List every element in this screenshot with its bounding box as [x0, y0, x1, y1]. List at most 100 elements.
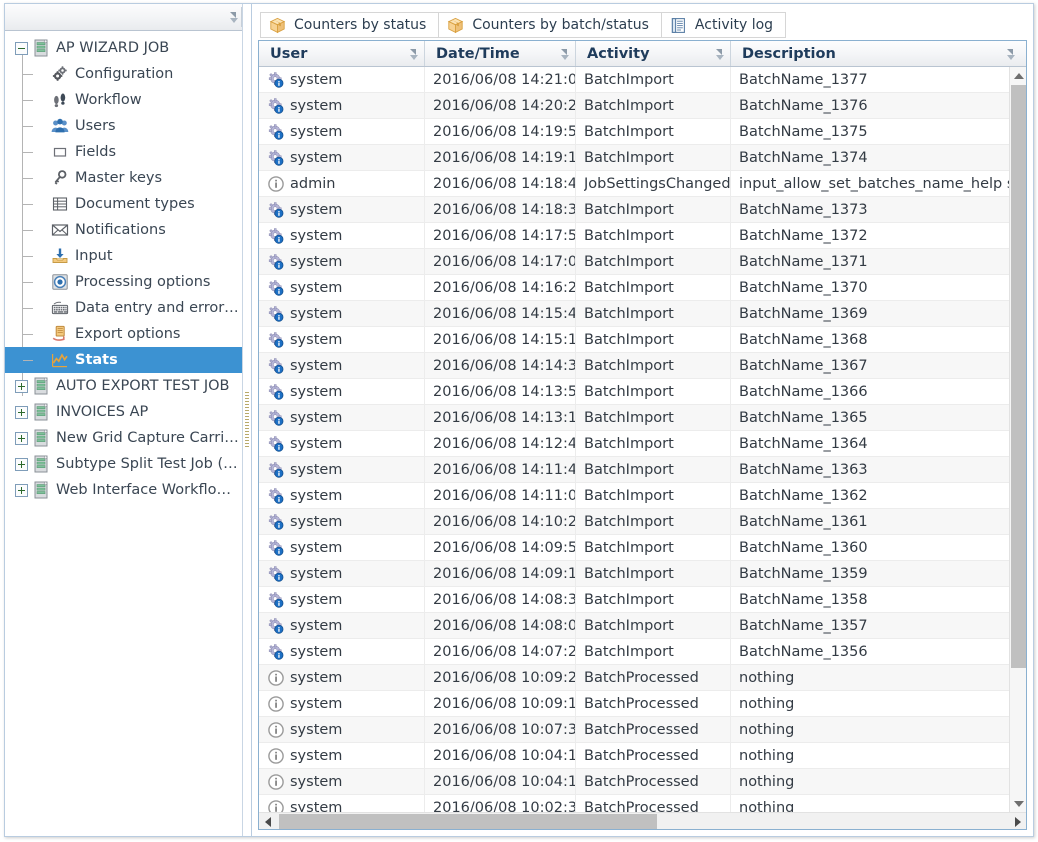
- cell-text: system: [290, 383, 343, 400]
- cell-description: nothing: [731, 665, 1009, 690]
- arrow-up-icon[interactable]: [1010, 67, 1026, 84]
- table-row[interactable]: system 2016/06/08 14:13:56 BatchImport Batc…: [259, 379, 1009, 405]
- table-row[interactable]: system 2016/06/08 14:19:13 BatchImport Batc…: [259, 145, 1009, 171]
- table-row[interactable]: system 2016/06/08 14:08:38 BatchImport Batc…: [259, 587, 1009, 613]
- table-row[interactable]: system 2016/06/08 14:15:47 BatchImport Batc…: [259, 301, 1009, 327]
- table-row[interactable]: system 2016/06/08 14:11:44 BatchImport Batc…: [259, 457, 1009, 483]
- tree-item-export-options[interactable]: Export options: [5, 321, 242, 347]
- table-row[interactable]: system 2016/06/08 10:09:19 BatchProcessed n…: [259, 691, 1009, 717]
- tab-activity-log[interactable]: Activity log: [660, 12, 787, 38]
- table-row[interactable]: system 2016/06/08 14:12:42 BatchImport Batc…: [259, 431, 1009, 457]
- column-header-description[interactable]: Description: [731, 41, 1021, 66]
- tree-item-workflow[interactable]: Workflow: [5, 87, 242, 113]
- tree-item-data-entry-and-error[interactable]: Data entry and error…: [5, 295, 242, 321]
- table-row[interactable]: system 2016/06/08 14:11:06 BatchImport Batc…: [259, 483, 1009, 509]
- collapse-icon[interactable]: [15, 41, 28, 55]
- cell-description: BatchName_1360: [731, 535, 1009, 560]
- cell-text: BatchName_1367: [739, 357, 868, 374]
- tree-item-label: Users: [75, 118, 116, 134]
- splitter-grip-icon[interactable]: [245, 392, 249, 448]
- table-row[interactable]: system 2016/06/08 14:10:29 BatchImport Batc…: [259, 509, 1009, 535]
- tree-item-stats[interactable]: Stats: [5, 347, 242, 373]
- table-row[interactable]: system 2016/06/08 10:04:16 BatchProcessed n…: [259, 743, 1009, 769]
- tree-item-new-grid-capture-carri[interactable]: New Grid Capture Carri…: [5, 425, 242, 451]
- table-row[interactable]: system 2016/06/08 14:20:26 BatchImport Batc…: [259, 93, 1009, 119]
- table-row[interactable]: system 2016/06/08 10:04:13 BatchProcessed n…: [259, 769, 1009, 795]
- sort-filter-icon[interactable]: [223, 11, 238, 23]
- expand-icon[interactable]: [15, 457, 28, 471]
- cell-activity: BatchImport: [576, 483, 731, 508]
- sort-filter-icon[interactable]: [709, 48, 724, 60]
- column-header-activity[interactable]: Activity: [576, 41, 731, 66]
- tree-item-auto-export-test-job[interactable]: AUTO EXPORT TEST JOB: [5, 373, 242, 399]
- table-row[interactable]: system 2016/06/08 10:02:39 BatchProcessed n…: [259, 795, 1009, 812]
- column-header-user[interactable]: User: [259, 41, 425, 66]
- tab-counters-by-status[interactable]: Counters by status: [260, 12, 440, 38]
- info-circle-icon: [267, 799, 285, 812]
- tree-column-header[interactable]: [5, 4, 242, 31]
- sort-filter-icon[interactable]: [1000, 48, 1015, 60]
- expand-icon[interactable]: [15, 483, 28, 497]
- tree-item-users[interactable]: Users: [5, 113, 242, 139]
- target-icon: [51, 273, 69, 291]
- table-row[interactable]: system 2016/06/08 14:19:50 BatchImport Batc…: [259, 119, 1009, 145]
- table-row[interactable]: system 2016/06/08 14:17:59 BatchImport Batc…: [259, 223, 1009, 249]
- table-row[interactable]: system 2016/06/08 14:14:33 BatchImport Batc…: [259, 353, 1009, 379]
- tab-counters-by-batch-status[interactable]: Counters by batch/status: [438, 12, 662, 38]
- table-row[interactable]: system 2016/06/08 14:09:52 BatchImport Batc…: [259, 535, 1009, 561]
- tree-item-notifications[interactable]: Notifications: [5, 217, 242, 243]
- table-row[interactable]: system 2016/06/08 10:07:39 BatchProcessed n…: [259, 717, 1009, 743]
- cell-description: BatchName_1374: [731, 145, 1009, 170]
- table-row[interactable]: system 2016/06/08 14:17:01 BatchImport Batc…: [259, 249, 1009, 275]
- expand-icon[interactable]: [15, 431, 28, 445]
- tree-item-subtype-split-test-job[interactable]: Subtype Split Test Job (…: [5, 451, 242, 477]
- table-row[interactable]: system 2016/06/08 14:09:15 BatchImport Batc…: [259, 561, 1009, 587]
- cell-text: BatchImport: [584, 539, 674, 556]
- tree-item-ap-wizard-job[interactable]: AP WIZARD JOB: [5, 35, 242, 61]
- tree-item-processing-options[interactable]: Processing options: [5, 269, 242, 295]
- tree-item-document-types[interactable]: Document types: [5, 191, 242, 217]
- panel-splitter[interactable]: [243, 4, 251, 836]
- table-row[interactable]: system 2016/06/08 14:16:24 BatchImport Batc…: [259, 275, 1009, 301]
- tree-item-fields[interactable]: Fields: [5, 139, 242, 165]
- tree-guide-line: [23, 230, 33, 231]
- table-row[interactable]: admin 2016/06/08 14:18:46 JobSettingsChang…: [259, 171, 1009, 197]
- table-row[interactable]: system 2016/06/08 14:21:03 BatchImport Batc…: [259, 67, 1009, 93]
- table-row[interactable]: system 2016/06/08 14:08:01 BatchImport Batc…: [259, 613, 1009, 639]
- package-box-icon: [269, 17, 286, 34]
- horizontal-scrollbar[interactable]: [259, 812, 1026, 829]
- arrow-left-icon[interactable]: [259, 813, 276, 829]
- table-row[interactable]: system 2016/06/08 14:15:10 BatchImport Batc…: [259, 327, 1009, 353]
- vertical-scrollbar[interactable]: [1009, 67, 1026, 812]
- document-types-icon: [51, 195, 69, 213]
- cell-datetime: 2016/06/08 14:08:01: [425, 613, 576, 638]
- vertical-scrollbar-thumb[interactable]: [1011, 85, 1026, 668]
- table-row[interactable]: system 2016/06/08 14:07:24 BatchImport Batc…: [259, 639, 1009, 665]
- cell-text: system: [290, 123, 343, 140]
- gear-info-icon: [267, 539, 285, 557]
- cell-text: BatchImport: [584, 487, 674, 504]
- tree-item-configuration[interactable]: Configuration: [5, 61, 242, 87]
- tree-item-input[interactable]: Input: [5, 243, 242, 269]
- table-row[interactable]: system 2016/06/08 14:13:19 BatchImport Batc…: [259, 405, 1009, 431]
- table-row[interactable]: system 2016/06/08 10:09:21 BatchProcessed n…: [259, 665, 1009, 691]
- sort-filter-icon[interactable]: [403, 48, 418, 60]
- table-row[interactable]: system 2016/06/08 14:18:36 BatchImport Batc…: [259, 197, 1009, 223]
- tree-item-invoices-ap[interactable]: INVOICES AP: [5, 399, 242, 425]
- arrow-right-icon[interactable]: [1009, 813, 1026, 829]
- tree-item-master-keys[interactable]: Master keys: [5, 165, 242, 191]
- arrow-down-icon[interactable]: [1010, 795, 1026, 812]
- horizontal-scrollbar-thumb[interactable]: [279, 814, 657, 829]
- sort-filter-icon[interactable]: [554, 48, 569, 60]
- tree-list[interactable]: AP WIZARD JOB Configuration Workflow Users F…: [5, 31, 242, 836]
- job-icon: [32, 39, 50, 57]
- tab-label: Counters by status: [294, 17, 427, 33]
- expand-icon[interactable]: [15, 379, 28, 393]
- column-header-date-time[interactable]: Date/Time: [425, 41, 576, 66]
- grid-body[interactable]: system 2016/06/08 14:21:03 BatchImport Batc…: [259, 67, 1026, 812]
- cell-text: system: [290, 669, 343, 686]
- expand-icon[interactable]: [15, 405, 28, 419]
- tree-item-web-interface-workflow[interactable]: Web Interface Workflow…: [5, 477, 242, 503]
